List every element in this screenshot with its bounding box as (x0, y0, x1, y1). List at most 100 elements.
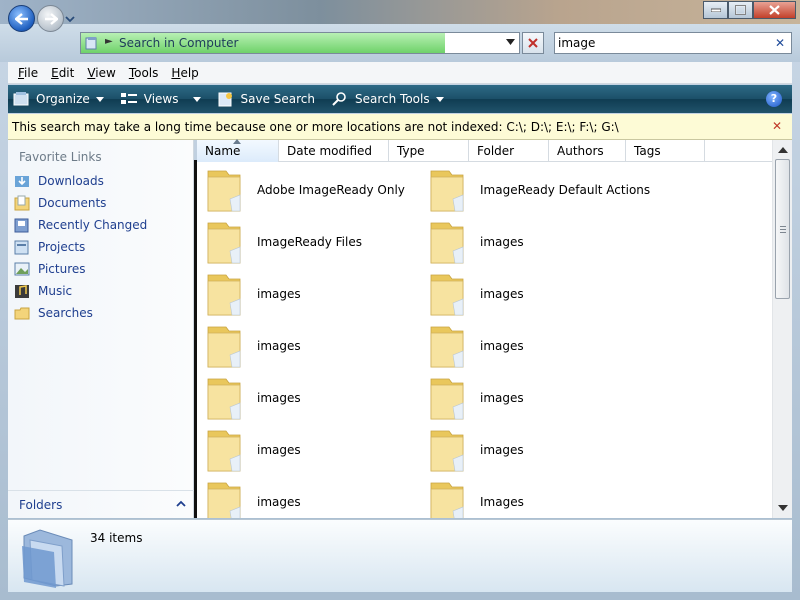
search-input[interactable] (558, 35, 768, 51)
nav-item-recently-changed[interactable]: Recently Changed (13, 215, 147, 235)
folders-label: Folders (19, 498, 63, 512)
folders-toggle[interactable]: Folders (8, 490, 194, 518)
projects-icon (14, 240, 29, 255)
recent-pages-dropdown-icon[interactable] (65, 14, 75, 24)
file-name: Adobe ImageReady Only (257, 183, 405, 197)
file-name: images (480, 339, 524, 353)
back-button[interactable] (8, 5, 35, 32)
file-item[interactable]: images (197, 373, 301, 423)
breadcrumb-arrow-icon[interactable]: ► (105, 36, 113, 47)
file-name: images (480, 391, 524, 405)
close-icon (769, 5, 780, 15)
maximize-button[interactable] (728, 1, 753, 19)
item-count: 34 items (90, 531, 143, 545)
folder-icon (430, 326, 464, 368)
views-icon (120, 93, 137, 104)
minimize-button[interactable] (703, 1, 728, 19)
file-item[interactable]: images (420, 425, 524, 475)
searches-icon (14, 307, 30, 320)
documents-icon (14, 195, 30, 211)
file-item[interactable]: Images (420, 477, 524, 518)
magnifier-icon (332, 92, 346, 106)
file-item[interactable]: images (197, 321, 301, 371)
close-window-button[interactable] (753, 1, 796, 19)
vertical-scrollbar[interactable] (772, 140, 792, 518)
chevron-down-icon (192, 96, 201, 102)
address-dropdown-icon[interactable] (506, 39, 515, 45)
folder-icon (430, 222, 464, 264)
menu-view[interactable]: View (87, 66, 115, 80)
nav-item-projects[interactable]: Projects (13, 237, 85, 257)
menu-bar: File Edit View Tools Help (8, 62, 792, 84)
column-tags[interactable]: Tags (626, 140, 705, 162)
help-button[interactable]: ? (766, 91, 782, 107)
search-tools-button[interactable]: Search Tools (331, 91, 444, 107)
nav-item-documents[interactable]: Documents (13, 193, 106, 213)
column-header-row: Name Date modified Type Folder Authors T… (197, 139, 772, 162)
menu-help[interactable]: Help (171, 66, 198, 80)
chevron-up-icon (176, 500, 186, 507)
save-search-icon (218, 92, 232, 107)
file-item[interactable]: images (420, 217, 524, 267)
stop-icon (528, 38, 538, 48)
back-arrow-icon (14, 12, 28, 25)
details-pane: 34 items (8, 519, 792, 592)
menu-file[interactable]: File (18, 66, 38, 80)
file-item[interactable]: images (420, 321, 524, 371)
file-list-pane: Name Date modified Type Folder Authors T… (197, 139, 792, 518)
file-name: images (257, 443, 301, 457)
clear-search-icon[interactable]: ✕ (775, 36, 785, 50)
organize-button[interactable]: Organize (12, 91, 104, 107)
info-bar-message[interactable]: This search may take a long time because… (12, 120, 619, 134)
forward-button[interactable] (37, 5, 64, 32)
info-bar[interactable]: This search may take a long time because… (8, 114, 792, 140)
folder-icon (207, 482, 241, 518)
music-icon (15, 285, 29, 298)
nav-item-music[interactable]: Music (13, 281, 72, 301)
address-location[interactable]: Search in Computer (119, 36, 238, 50)
maximize-icon (735, 5, 746, 15)
folder-icon (207, 326, 241, 368)
folder-icon (430, 274, 464, 316)
column-name[interactable]: Name (197, 139, 279, 162)
search-folder-icon (85, 37, 97, 50)
file-name: images (480, 235, 524, 249)
stop-search-button[interactable] (522, 32, 544, 54)
chevron-down-icon (435, 96, 444, 102)
command-bar: Organize Views Save Search Search Tools … (8, 85, 792, 113)
info-bar-close-icon[interactable]: ✕ (772, 119, 782, 133)
search-box[interactable]: ✕ (554, 32, 792, 54)
file-name: images (257, 339, 301, 353)
file-item[interactable]: images (420, 373, 524, 423)
folder-icon (207, 430, 241, 472)
menu-tools[interactable]: Tools (129, 66, 159, 80)
scroll-up-icon[interactable] (778, 147, 788, 153)
file-item[interactable]: images (197, 477, 301, 518)
file-item[interactable]: images (197, 425, 301, 475)
nav-item-downloads[interactable]: Downloads (13, 171, 104, 191)
recently-changed-icon (14, 218, 29, 233)
menu-edit[interactable]: Edit (51, 66, 74, 80)
scroll-down-icon[interactable] (778, 505, 788, 511)
file-grid: Adobe ImageReady Only ImageReady Default … (197, 162, 772, 518)
scrollbar-thumb[interactable] (775, 159, 790, 299)
file-item[interactable]: images (197, 269, 301, 319)
folder-icon (207, 274, 241, 316)
pictures-icon (14, 262, 30, 276)
folder-icon (430, 482, 464, 518)
minimize-icon (710, 8, 721, 12)
column-date-modified[interactable]: Date modified (279, 140, 389, 162)
save-search-button[interactable]: Save Search (217, 91, 315, 107)
file-item[interactable]: ImageReady Files (197, 217, 362, 267)
nav-item-searches[interactable]: Searches (13, 303, 93, 323)
file-item[interactable]: ImageReady Default Actions (420, 165, 650, 215)
column-type[interactable]: Type (389, 140, 469, 162)
nav-item-pictures[interactable]: Pictures (13, 259, 86, 279)
column-authors[interactable]: Authors (549, 140, 626, 162)
column-folder[interactable]: Folder (469, 140, 549, 162)
file-name: images (480, 287, 524, 301)
file-item[interactable]: Adobe ImageReady Only (197, 165, 405, 215)
address-bar[interactable]: ► Search in Computer (80, 32, 520, 54)
views-button[interactable]: Views (120, 91, 201, 107)
file-item[interactable]: images (420, 269, 524, 319)
